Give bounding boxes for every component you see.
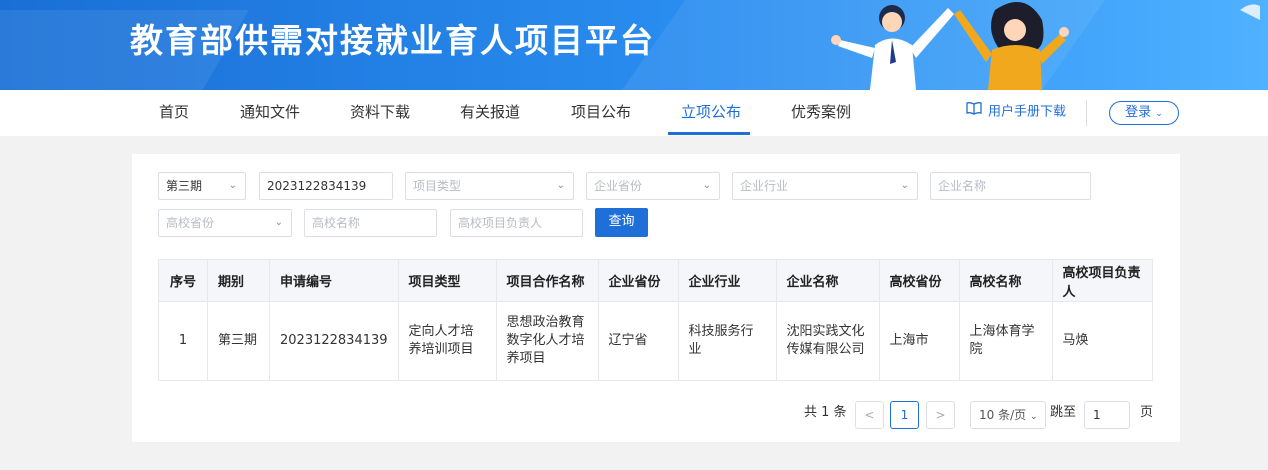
active-tab-indicator [668, 132, 750, 135]
period-select[interactable]: 第三期 ⌄ [158, 172, 246, 200]
project-type-select[interactable]: 项目类型 ⌄ [405, 172, 574, 200]
book-icon [966, 90, 982, 134]
nav-item-downloads[interactable]: 资料下载 [350, 90, 410, 136]
chevron-down-icon: ⌄ [556, 180, 565, 191]
table-cell: 上海市 [878, 301, 960, 381]
table-cell: 思想政治教育数字化人才培养项目 [495, 301, 599, 381]
table-cell: 马焕 [1051, 301, 1154, 381]
column-header: 企业省份 [597, 259, 679, 302]
table-cell: 2023122834139 [269, 301, 399, 381]
header-banner: 教育部供需对接就业育人项目平台 [0, 0, 1268, 90]
user-manual-download-link[interactable]: 用户手册下载 [966, 90, 1066, 136]
login-label: 登录 [1125, 105, 1152, 120]
login-button[interactable]: 登录 ⌄ [1109, 101, 1179, 125]
next-page-button[interactable]: > [926, 401, 955, 429]
project-type-placeholder: 项目类型 [413, 179, 462, 193]
school-province-placeholder: 高校省份 [166, 216, 215, 230]
company-province-select[interactable]: 企业省份 ⌄ [586, 172, 720, 200]
total-count: 共 1 条 [804, 405, 847, 420]
search-results-card: 第三期 ⌄ 2023122834139 项目类型 ⌄ 企业省份 ⌄ 企业行业 ⌄… [132, 154, 1180, 442]
banner-illustration [831, 2, 1260, 90]
table-row: 1 第三期 2023122834139 定向人才培养培训项目 思想政治教育数字化… [158, 301, 1154, 381]
table-header-row: 序号 期别 申请编号 项目类型 项目合作名称 企业省份 企业行业 企业名称 高校… [158, 259, 1154, 302]
table-cell: 上海体育学院 [958, 301, 1053, 381]
table-cell: 定向人才培养培训项目 [397, 301, 497, 381]
school-leader-placeholder: 高校项目负责人 [458, 216, 543, 230]
prev-page-button[interactable]: < [855, 401, 884, 429]
nav-divider [1086, 100, 1087, 126]
school-leader-input[interactable]: 高校项目负责人 [450, 209, 583, 237]
nav-item-project-publish[interactable]: 项目公布 [571, 90, 631, 136]
page-size-select[interactable]: 10 条/页 ⌄ [970, 401, 1046, 429]
company-name-input[interactable]: 企业名称 [930, 172, 1091, 200]
column-header: 企业名称 [775, 259, 880, 302]
jump-label: 跳至 [1050, 405, 1077, 420]
nav-item-reports[interactable]: 有关报道 [460, 90, 520, 136]
chevron-down-icon: ⌄ [228, 180, 237, 191]
table-cell: 1 [158, 301, 208, 381]
application-number-value: 2023122834139 [267, 179, 367, 193]
column-header: 高校名称 [958, 259, 1053, 302]
jump-page-input[interactable]: 1 [1084, 401, 1130, 429]
column-header: 项目合作名称 [495, 259, 599, 302]
column-header: 期别 [207, 259, 270, 302]
page-suffix: 页 [1140, 405, 1154, 420]
nav-item-approval-publish[interactable]: 立项公布 [681, 90, 741, 136]
column-header: 项目类型 [397, 259, 497, 302]
school-province-select[interactable]: 高校省份 ⌄ [158, 209, 292, 237]
column-header: 高校项目负责人 [1051, 259, 1154, 302]
chevron-down-icon: ⌄ [702, 180, 711, 191]
column-header: 企业行业 [677, 259, 777, 302]
nav-item-home[interactable]: 首页 [159, 90, 189, 136]
chevron-down-icon: ⌄ [1155, 109, 1163, 119]
application-number-input[interactable]: 2023122834139 [259, 172, 393, 200]
query-button[interactable]: 查询 [595, 208, 648, 237]
table-cell: 辽宁省 [597, 301, 679, 381]
column-header: 序号 [158, 259, 208, 302]
company-province-placeholder: 企业省份 [594, 179, 643, 193]
school-name-placeholder: 高校名称 [312, 216, 361, 230]
nav-item-excellent-cases[interactable]: 优秀案例 [791, 90, 851, 136]
chevron-down-icon: ⌄ [274, 217, 283, 228]
chevron-down-icon: ⌄ [1029, 412, 1038, 422]
column-header: 高校省份 [878, 259, 960, 302]
table-cell: 第三期 [207, 301, 270, 381]
company-industry-select[interactable]: 企业行业 ⌄ [732, 172, 918, 200]
column-header: 申请编号 [269, 259, 399, 302]
period-select-value: 第三期 [166, 179, 203, 193]
nav-item-notices[interactable]: 通知文件 [240, 90, 300, 136]
main-nav: 首页 通知文件 资料下载 有关报道 项目公布 立项公布 优秀案例 用户手册下载 … [0, 90, 1268, 136]
table-cell: 沈阳实践文化传媒有限公司 [775, 301, 880, 381]
results-table: 序号 期别 申请编号 项目类型 项目合作名称 企业省份 企业行业 企业名称 高校… [158, 259, 1154, 381]
company-name-placeholder: 企业名称 [938, 179, 987, 193]
chevron-down-icon: ⌄ [900, 180, 909, 191]
table-cell: 科技服务行业 [677, 301, 777, 381]
page-size-value: 10 条/页 [979, 408, 1027, 422]
user-manual-label: 用户手册下载 [988, 104, 1067, 120]
page-number-current[interactable]: 1 [890, 401, 919, 429]
company-industry-placeholder: 企业行业 [740, 179, 789, 193]
school-name-input[interactable]: 高校名称 [304, 209, 437, 237]
site-title: 教育部供需对接就业育人项目平台 [130, 21, 655, 60]
